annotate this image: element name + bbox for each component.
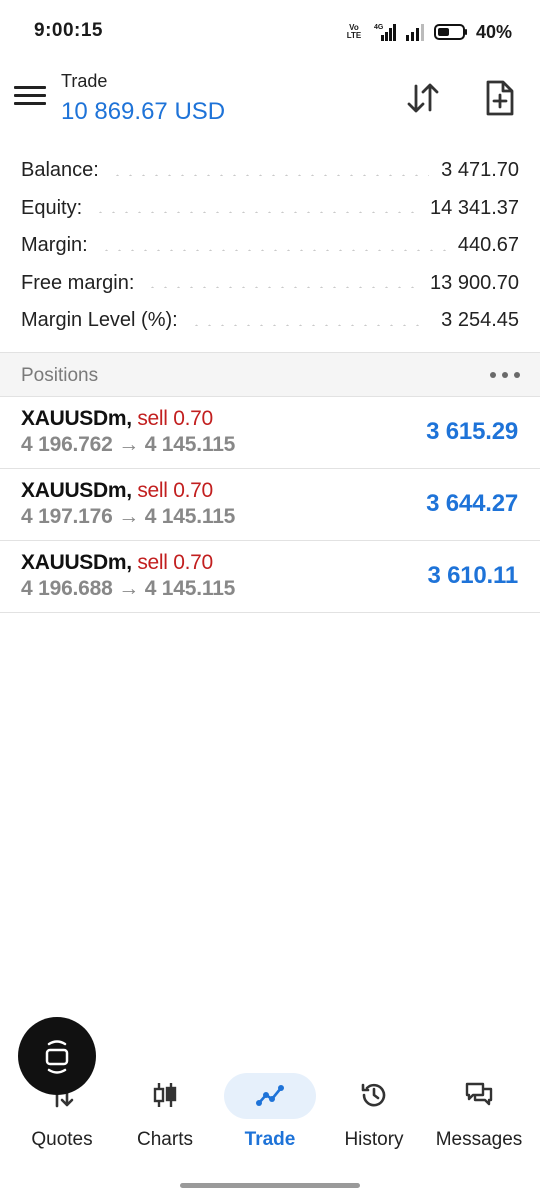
header-balance: 10 869.67 USD xyxy=(61,98,226,125)
summary-row-margin-level: Margin Level (%): 3 254.45 xyxy=(0,302,540,340)
signal-4g-icon: 4G xyxy=(374,24,396,41)
position-row[interactable]: XAUUSDm, sell 0.70 4 196.688 → 4 145.115… xyxy=(0,541,540,613)
volte-icon: Vo LTE xyxy=(346,23,362,40)
position-profit: 3 615.29 xyxy=(426,418,518,445)
summary-value: 3 471.70 xyxy=(441,159,519,182)
position-prices: 4 196.688 → 4 145.115 xyxy=(21,577,236,600)
summary-value: 440.67 xyxy=(457,234,519,257)
summary-value: 13 900.70 xyxy=(430,271,519,294)
signal-icon xyxy=(405,24,424,41)
summary-value: 14 341.37 xyxy=(430,196,519,219)
positions-list: XAUUSDm, sell 0.70 4 196.762 → 4 145.115… xyxy=(0,397,540,613)
position-side: sell 0.70 xyxy=(137,479,213,502)
dotted-leader xyxy=(110,173,430,176)
candlestick-icon xyxy=(153,1083,177,1107)
summary-row-equity: Equity: 14 341.37 xyxy=(0,190,540,228)
dotted-leader xyxy=(99,248,446,251)
history-clock-icon xyxy=(361,1083,386,1107)
position-symbol: XAUUSDm, xyxy=(21,551,132,574)
summary-row-margin: Margin: 440.67 xyxy=(0,227,540,265)
summary-label: Balance: xyxy=(21,159,99,182)
summary-row-free-margin: Free margin: 13 900.70 xyxy=(0,265,540,303)
status-icons: Vo LTE 4G 40% xyxy=(342,20,512,44)
summary-label: Margin Level (%): xyxy=(21,309,178,332)
position-symbol: XAUUSDm, xyxy=(21,479,132,502)
floating-app-button[interactable] xyxy=(18,1017,96,1095)
positions-title: Positions xyxy=(21,365,99,386)
dotted-leader xyxy=(146,286,419,289)
nav-label: History xyxy=(344,1129,404,1150)
position-symbol: XAUUSDm, xyxy=(21,407,132,430)
trade-line-icon xyxy=(256,1085,284,1106)
position-title: XAUUSDm, sell 0.70 xyxy=(21,407,213,431)
page-title: Trade xyxy=(61,71,108,91)
dotted-leader xyxy=(189,323,430,326)
home-indicator[interactable] xyxy=(180,1183,360,1188)
position-side: sell 0.70 xyxy=(137,551,213,574)
position-prices: 4 196.762 → 4 145.115 xyxy=(21,433,236,456)
status-time: 9:00:15 xyxy=(34,20,103,41)
position-profit: 3 610.11 xyxy=(427,562,519,589)
position-title: XAUUSDm, sell 0.70 xyxy=(21,479,213,503)
nav-history[interactable]: History xyxy=(320,1068,428,1158)
position-prices: 4 197.176 → 4 145.115 xyxy=(21,505,236,528)
new-document-icon[interactable] xyxy=(480,78,520,118)
nav-charts[interactable]: Charts xyxy=(111,1068,219,1158)
summary-label: Margin: xyxy=(21,234,88,257)
summary-row-balance: Balance: 3 471.70 xyxy=(0,152,540,190)
summary-label: Free margin: xyxy=(21,271,135,294)
status-bar: 9:00:15 Vo LTE 4G 40% xyxy=(0,0,540,62)
dotted-leader xyxy=(94,211,419,214)
positions-section-header: Positions xyxy=(0,352,540,397)
position-title: XAUUSDm, sell 0.70 xyxy=(21,551,213,575)
sort-arrows-icon[interactable] xyxy=(403,78,443,118)
nav-label: Messages xyxy=(435,1129,523,1150)
svg-text:4G: 4G xyxy=(374,24,384,31)
nav-label: Charts xyxy=(137,1129,193,1150)
position-row[interactable]: XAUUSDm, sell 0.70 4 197.176 → 4 145.115… xyxy=(0,469,540,541)
battery-icon xyxy=(433,24,467,40)
summary-label: Equity: xyxy=(21,196,83,219)
summary-value: 3 254.45 xyxy=(441,309,519,332)
position-side: sell 0.70 xyxy=(137,407,213,430)
screen-switch-icon xyxy=(45,1040,69,1074)
position-row[interactable]: XAUUSDm, sell 0.70 4 196.762 → 4 145.115… xyxy=(0,397,540,469)
nav-messages[interactable]: Messages xyxy=(425,1068,533,1158)
hamburger-menu-icon[interactable] xyxy=(14,82,46,112)
account-summary: Balance: 3 471.70 Equity: 14 341.37 Marg… xyxy=(0,152,540,340)
nav-label: Trade xyxy=(244,1129,296,1150)
nav-label: Quotes xyxy=(31,1129,93,1150)
battery-percent: 40% xyxy=(475,21,512,42)
nav-trade[interactable]: Trade xyxy=(216,1068,324,1158)
app-header: Trade 10 869.67 USD xyxy=(0,62,540,138)
position-profit: 3 644.27 xyxy=(426,490,518,517)
messages-chat-icon xyxy=(465,1082,493,1106)
more-dots-icon[interactable] xyxy=(490,365,520,385)
